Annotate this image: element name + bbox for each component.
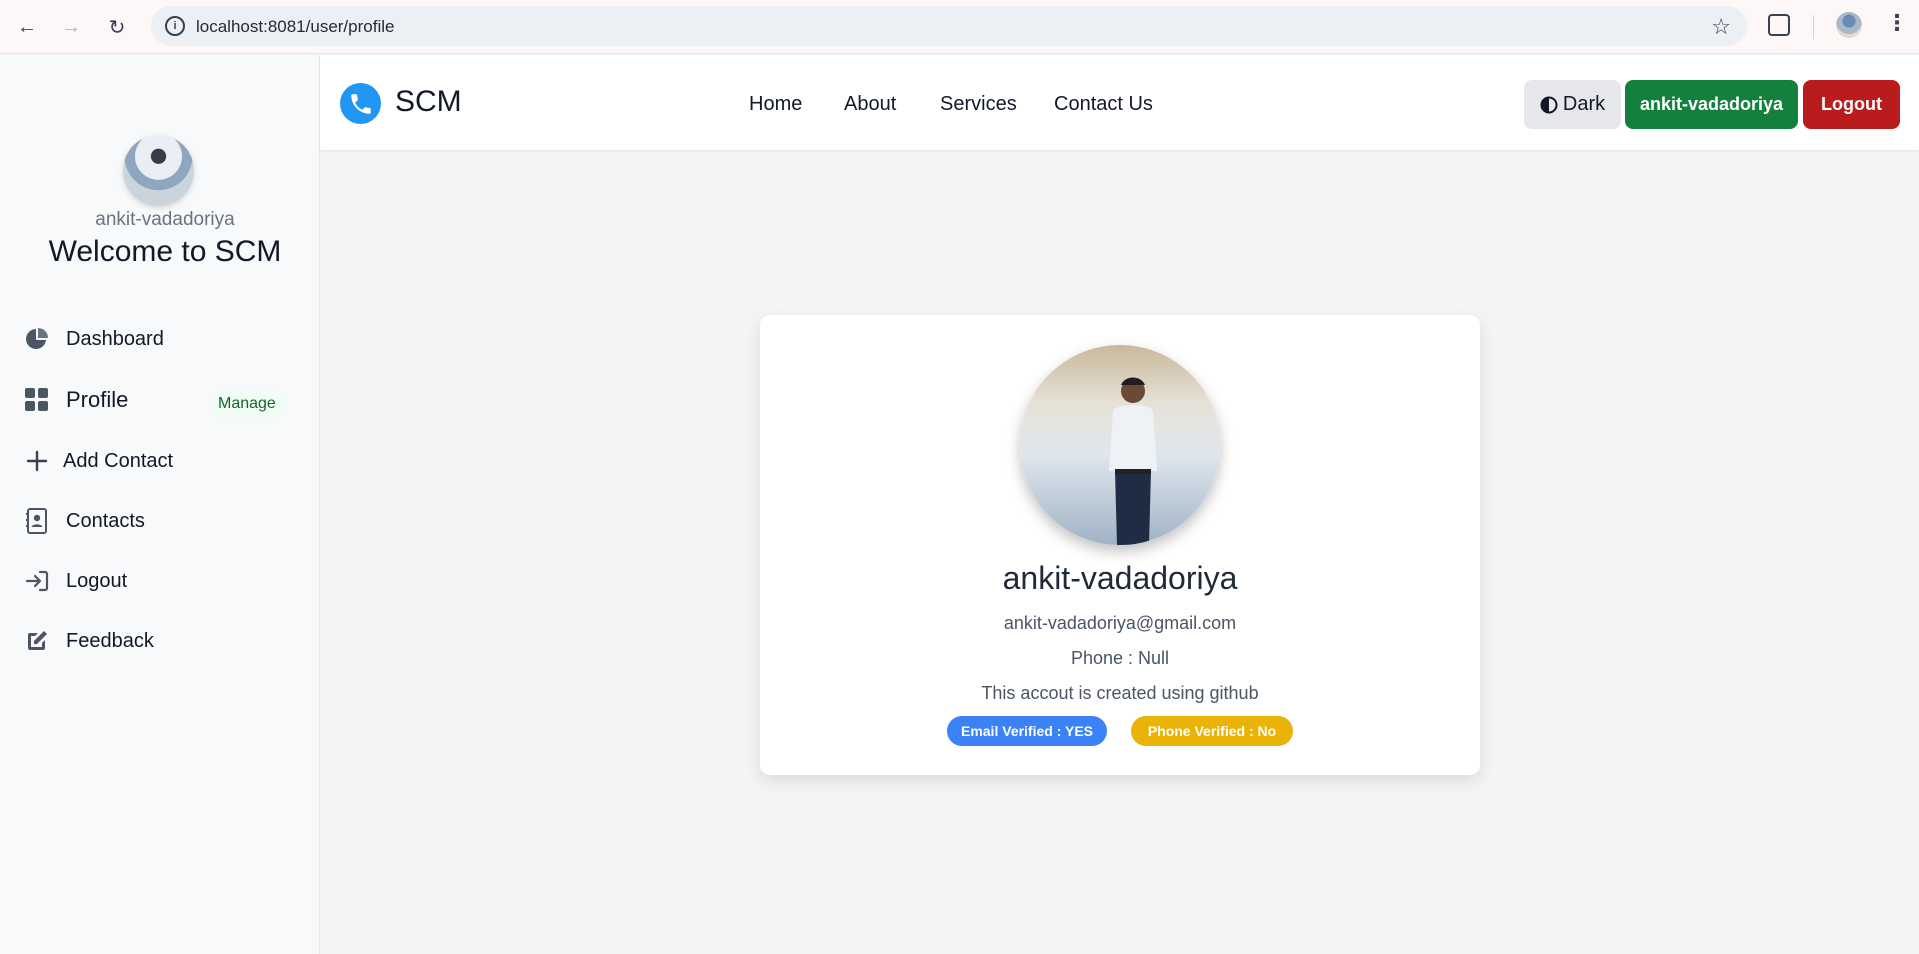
theme-toggle-label: Dark bbox=[1562, 93, 1606, 115]
sidebar-item-contacts[interactable]: Contacts bbox=[24, 503, 145, 539]
nav-link-about[interactable]: About bbox=[844, 93, 896, 116]
grid-icon bbox=[24, 387, 50, 413]
manage-badge[interactable]: Manage bbox=[210, 391, 284, 417]
sidebar-item-label: Profile bbox=[66, 387, 129, 412]
reload-icon[interactable]: ↻ bbox=[102, 12, 132, 42]
logout-button[interactable]: Logout bbox=[1803, 80, 1900, 129]
chart-pie-icon bbox=[24, 326, 50, 352]
top-navbar: SCM Home About Services Contact Us Dark … bbox=[320, 55, 1919, 151]
sidebar-item-label: Feedback bbox=[66, 629, 154, 652]
profile-name: ankit-vadadoriya bbox=[1002, 560, 1238, 596]
phone-icon[interactable] bbox=[340, 83, 381, 124]
url-text[interactable]: localhost:8081/user/profile bbox=[196, 17, 394, 37]
edit-icon bbox=[24, 628, 50, 654]
menu-icon[interactable]: ⋮ bbox=[1886, 10, 1908, 36]
sidebar-item-logout[interactable]: Logout bbox=[24, 563, 127, 599]
profile-avatar bbox=[1020, 345, 1220, 545]
sidebar-username: ankit-vadadoriya bbox=[95, 209, 235, 230]
forward-icon[interactable]: → bbox=[56, 12, 86, 42]
toolbar-divider bbox=[1813, 15, 1814, 39]
person-illustration bbox=[1109, 377, 1157, 545]
nav-link-contact-us[interactable]: Contact Us bbox=[1054, 93, 1153, 116]
info-icon[interactable]: i bbox=[165, 16, 185, 36]
browser-profile-avatar[interactable] bbox=[1836, 12, 1862, 38]
sidebar-item-dashboard[interactable]: Dashboard bbox=[24, 321, 164, 357]
email-verified-badge: Email Verified : YES bbox=[947, 716, 1107, 746]
profile-about: This accout is created using github bbox=[981, 683, 1259, 703]
half-circle-icon bbox=[1540, 96, 1558, 114]
sidebar-item-profile[interactable]: Profile bbox=[24, 382, 128, 418]
sidebar-item-label: Add Contact bbox=[63, 449, 174, 472]
phone-verified-badge: Phone Verified : No bbox=[1131, 716, 1293, 746]
brand-name[interactable]: SCM bbox=[395, 85, 462, 119]
sidebar-item-label: Contacts bbox=[66, 509, 145, 532]
sidebar-item-add-contact[interactable]: Add Contact bbox=[24, 443, 173, 479]
plus-icon bbox=[24, 448, 50, 474]
profile-phone: Phone : Null bbox=[1070, 648, 1170, 668]
profile-email: ankit-vadadoriya@gmail.com bbox=[1003, 613, 1237, 633]
extensions-icon[interactable] bbox=[1768, 14, 1790, 36]
address-bar[interactable]: i localhost:8081/user/profile ☆ bbox=[151, 6, 1747, 46]
sidebar-avatar bbox=[123, 135, 194, 206]
sidebar-welcome-title: Welcome to SCM bbox=[48, 235, 282, 268]
profile-card: ankit-vadadoriya ankit-vadadoriya@gmail.… bbox=[760, 315, 1480, 775]
nav-link-home[interactable]: Home bbox=[749, 93, 802, 116]
theme-toggle-button[interactable]: Dark bbox=[1524, 80, 1621, 129]
sidebar-item-label: Dashboard bbox=[66, 327, 164, 350]
browser-toolbar: ← → ↻ i localhost:8081/user/profile ☆ ⋮ bbox=[0, 0, 1919, 54]
nav-link-services[interactable]: Services bbox=[940, 93, 1017, 116]
back-icon[interactable]: ← bbox=[12, 12, 42, 42]
sidebar: ankit-vadadoriya Welcome to SCM Dashboar… bbox=[0, 55, 320, 954]
address-book-icon bbox=[24, 508, 50, 534]
star-icon[interactable]: ☆ bbox=[1711, 14, 1731, 40]
sidebar-item-label: Logout bbox=[66, 569, 128, 592]
sign-in-icon bbox=[24, 568, 50, 594]
sidebar-item-feedback[interactable]: Feedback bbox=[24, 623, 154, 659]
user-button[interactable]: ankit-vadadoriya bbox=[1625, 80, 1798, 129]
